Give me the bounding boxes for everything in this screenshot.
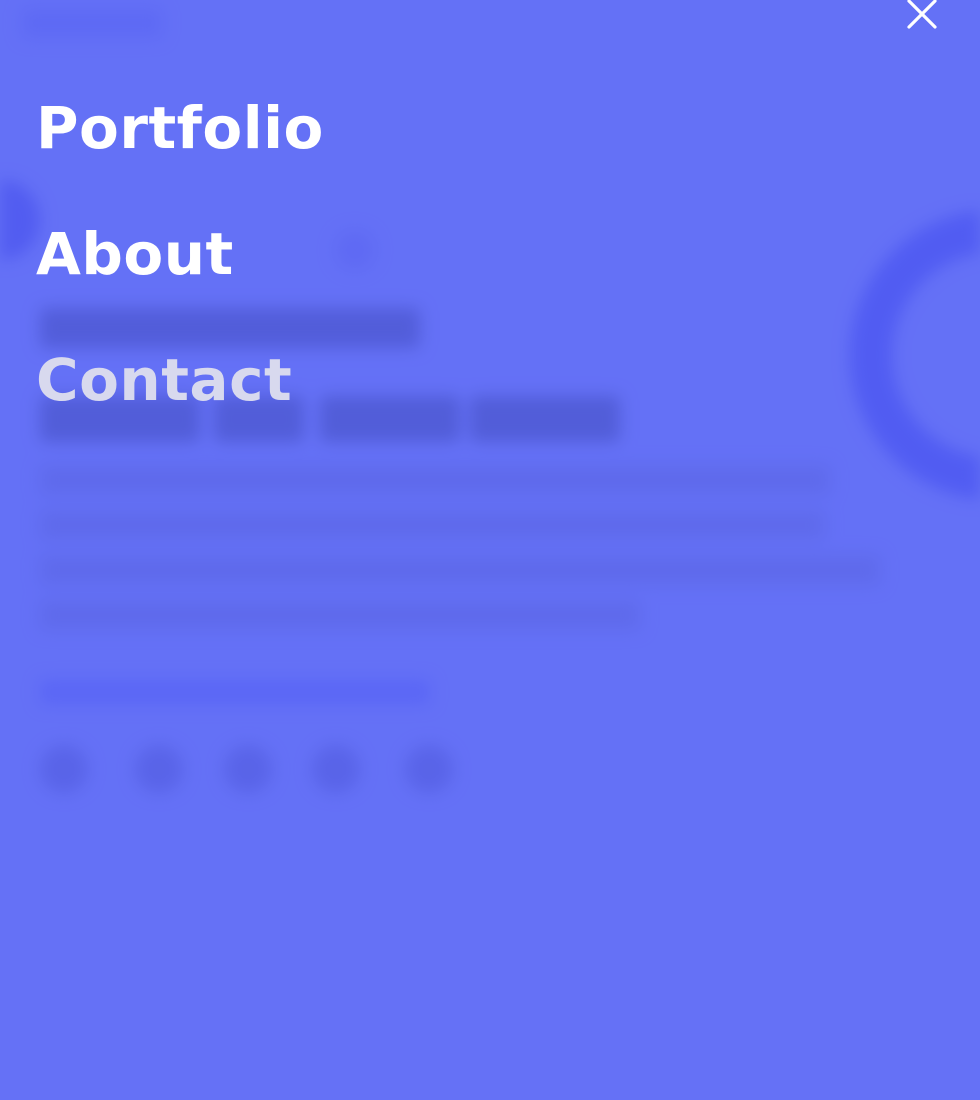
menu-item-about[interactable]: About [36,216,324,292]
menu-item-portfolio[interactable]: Portfolio [36,90,324,166]
menu-item-contact[interactable]: Contact [36,342,324,418]
close-icon [907,0,937,29]
main-menu: Portfolio About Contact [36,90,324,468]
close-button[interactable] [896,0,948,40]
